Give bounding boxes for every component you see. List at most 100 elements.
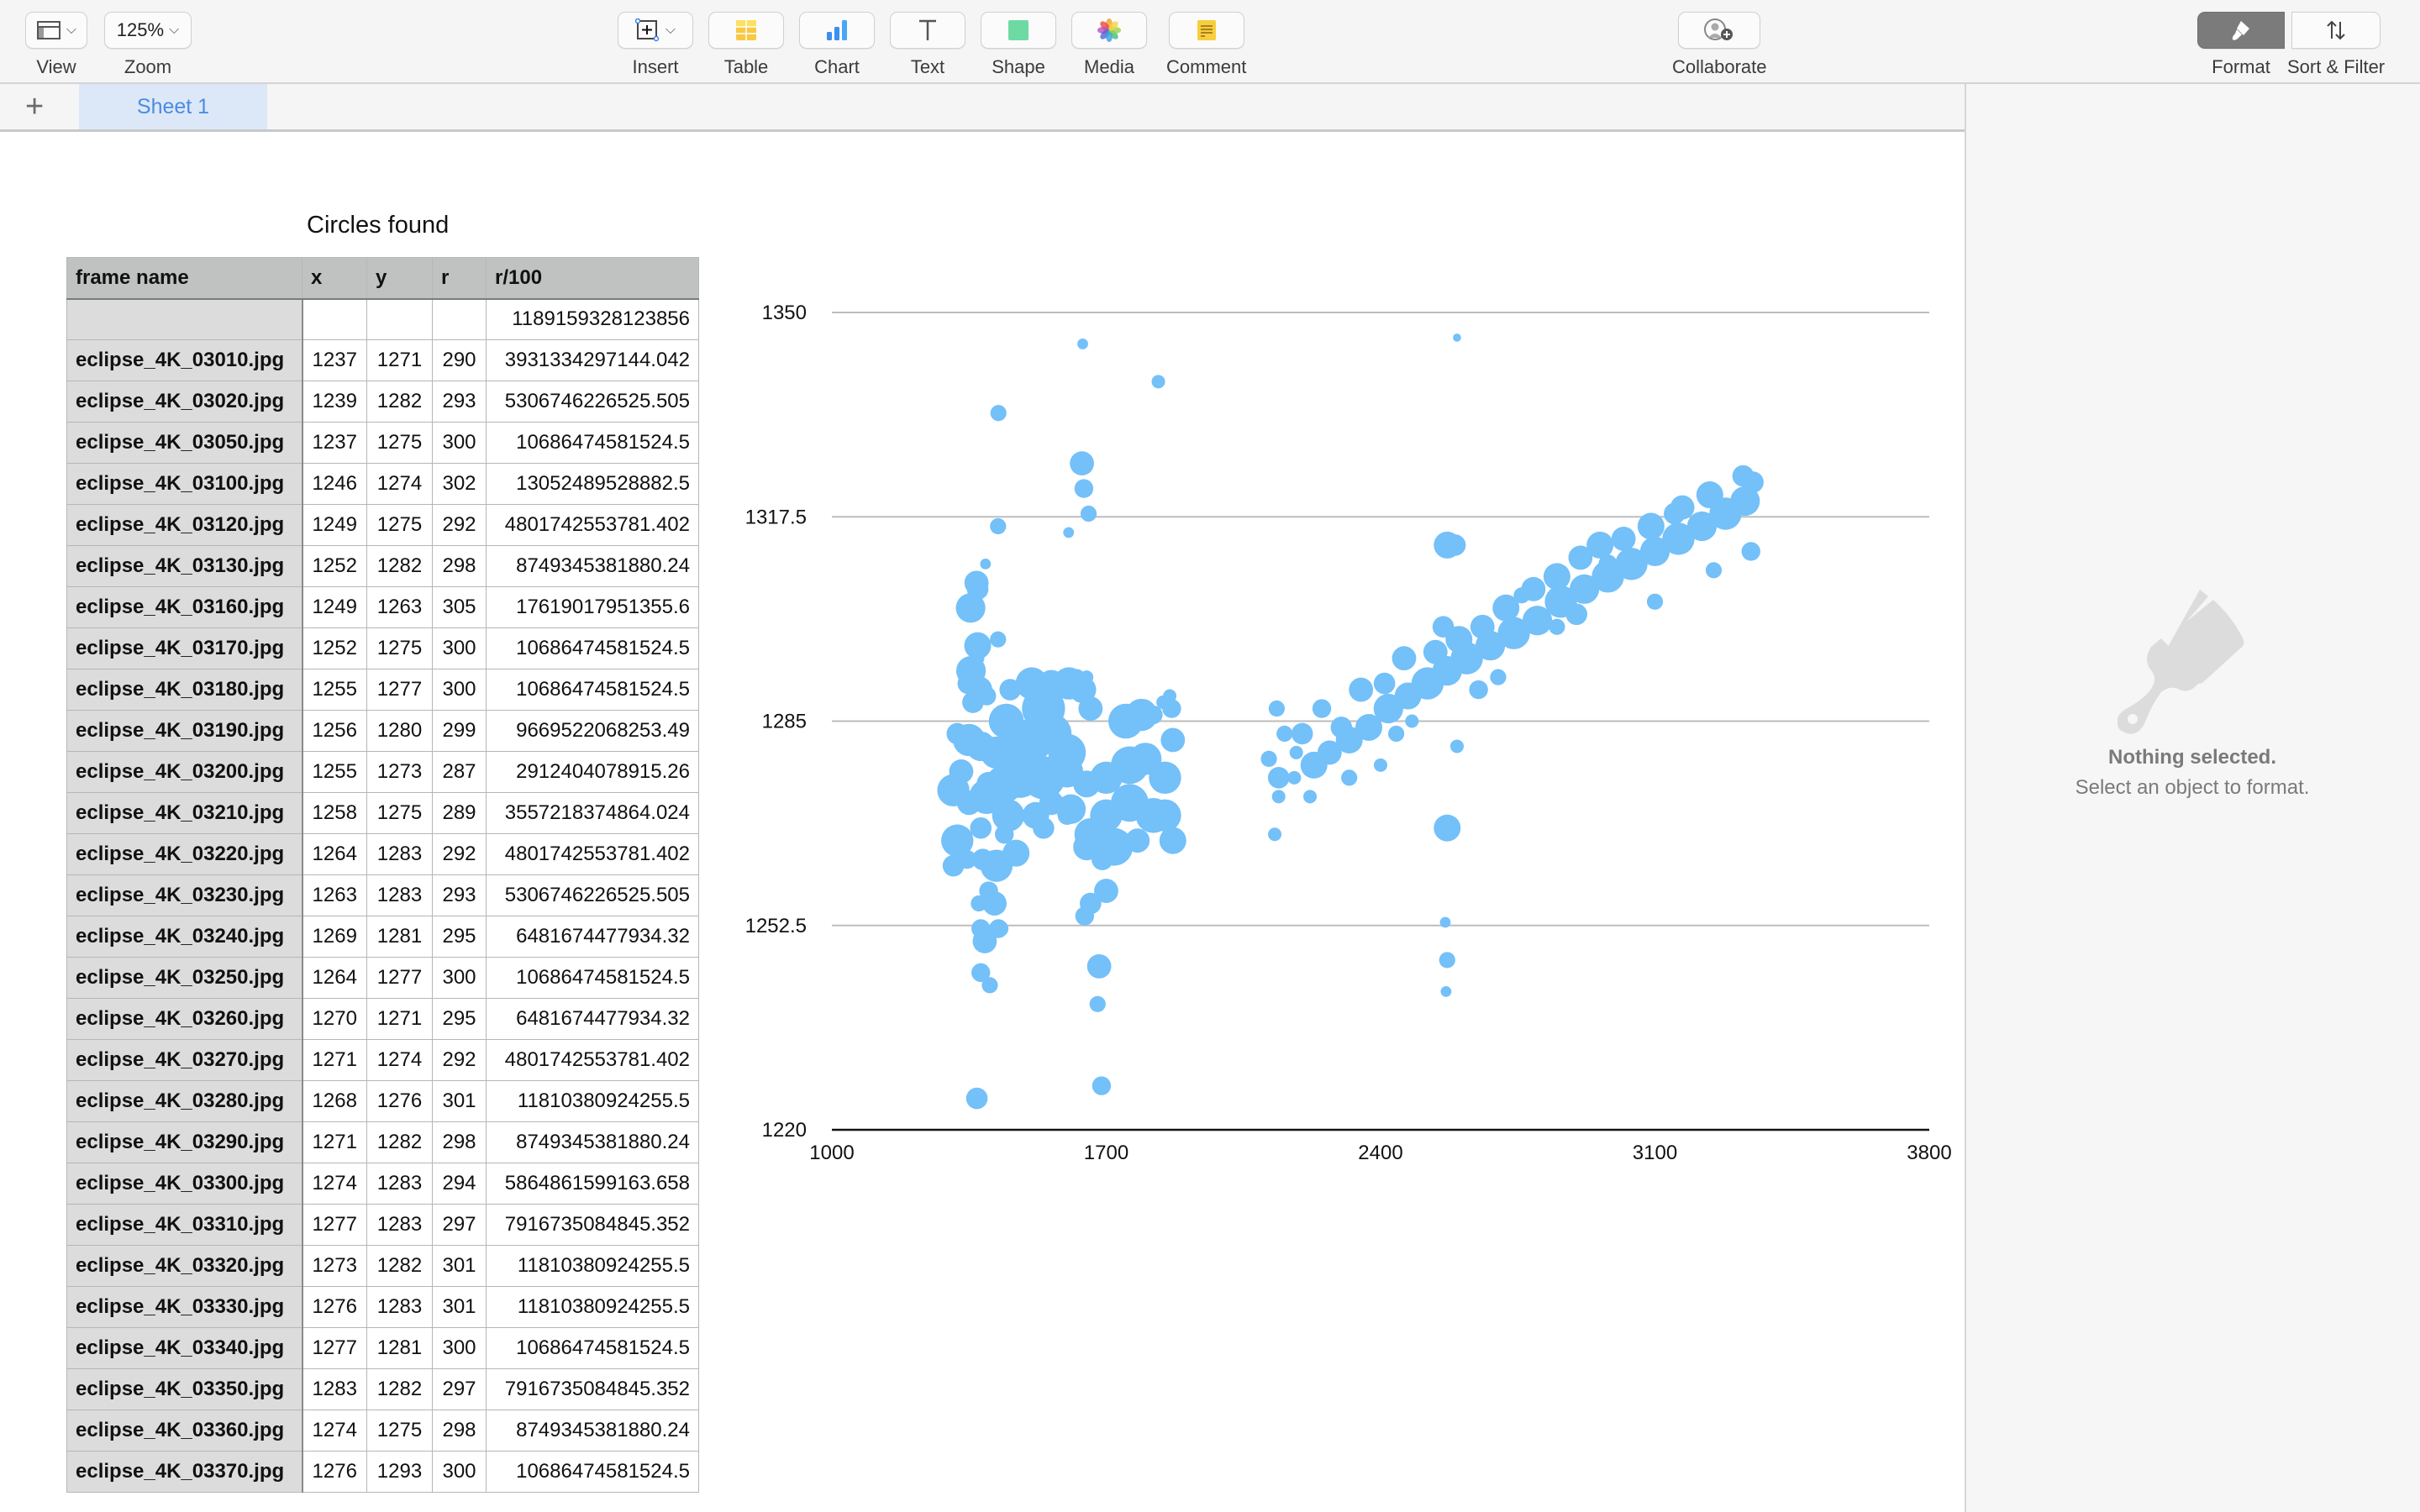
cell-y[interactable]: 1276	[366, 1080, 433, 1122]
data-point[interactable]	[990, 517, 1007, 535]
cell-frame-name[interactable]: eclipse_4K_03130.jpg	[66, 545, 303, 587]
cell-frame-name[interactable]: eclipse_4K_03310.jpg	[66, 1204, 303, 1246]
data-point[interactable]	[990, 631, 1007, 648]
text-control[interactable]: Text	[890, 12, 965, 78]
cell-y[interactable]: 1263	[366, 586, 433, 628]
cell-x[interactable]: 1264	[302, 833, 367, 875]
data-point[interactable]	[1439, 952, 1455, 969]
cell-r[interactable]: 293	[432, 381, 487, 423]
cell-r[interactable]: 300	[432, 1451, 487, 1493]
data-point[interactable]	[1073, 770, 1101, 798]
cell-r[interactable]: 292	[432, 833, 487, 875]
cell-frame-name[interactable]: eclipse_4K_03270.jpg	[66, 1039, 303, 1081]
chart-control[interactable]: Chart	[799, 12, 875, 78]
chart-button[interactable]	[799, 12, 875, 49]
data-point[interactable]	[1078, 696, 1103, 721]
cell-y[interactable]: 1277	[366, 957, 433, 999]
data-point[interactable]	[1453, 333, 1461, 342]
data-point[interactable]	[1276, 725, 1293, 743]
insert-button[interactable]: ⌵	[618, 12, 693, 49]
data-point[interactable]	[1374, 758, 1387, 772]
data-point[interactable]	[1440, 985, 1452, 997]
data-point[interactable]	[1077, 339, 1088, 349]
cell-x[interactable]: 1249	[302, 586, 367, 628]
cell-r-100[interactable]: 11810380924255.5	[486, 1286, 699, 1328]
data-point[interactable]	[1521, 576, 1546, 601]
cell-y[interactable]: 1271	[366, 339, 433, 381]
data-point[interactable]	[1670, 495, 1695, 520]
cell-r-100[interactable]: 6481674477934.32	[486, 998, 699, 1040]
cell-r[interactable]: 300	[432, 669, 487, 711]
cell-r[interactable]: 292	[432, 504, 487, 546]
data-point[interactable]	[1287, 770, 1302, 785]
cell-y[interactable]: 1275	[366, 422, 433, 464]
cell-r[interactable]: 294	[432, 1163, 487, 1205]
cell-r-100[interactable]: 5306746226525.505	[486, 874, 699, 916]
cell-r-100[interactable]: 11810380924255.5	[486, 1245, 699, 1287]
cell-r-100[interactable]: 10686474581524.5	[486, 1327, 699, 1369]
cell-frame-name[interactable]: eclipse_4K_03330.jpg	[66, 1286, 303, 1328]
cell-r[interactable]: 293	[432, 874, 487, 916]
data-point[interactable]	[1469, 680, 1488, 700]
cell-r-100[interactable]: 5864861599163.658	[486, 1163, 699, 1205]
cell-x[interactable]: 1277	[302, 1204, 367, 1246]
cell-x[interactable]: 1249	[302, 504, 367, 546]
cell-frame-name[interactable]: eclipse_4K_03280.jpg	[66, 1080, 303, 1122]
cell-r-100[interactable]: 10686474581524.5	[486, 422, 699, 464]
cell-x[interactable]: 1270	[302, 998, 367, 1040]
cell-frame-name[interactable]: eclipse_4K_03250.jpg	[66, 957, 303, 999]
cell-x[interactable]: 1237	[302, 422, 367, 464]
table-control[interactable]: Table	[708, 12, 784, 78]
cell-r-100[interactable]: 7916735084845.352	[486, 1368, 699, 1410]
cell-y[interactable]: 1274	[366, 463, 433, 505]
cell-r-100[interactable]: 8749345381880.24	[486, 1410, 699, 1452]
table-button[interactable]	[708, 12, 784, 49]
cell-x[interactable]: 1277	[302, 1327, 367, 1369]
cell-y[interactable]: 1281	[366, 916, 433, 958]
data-point[interactable]	[1439, 916, 1451, 928]
cell-r[interactable]: 300	[432, 627, 487, 669]
cell-x[interactable]: 1264	[302, 957, 367, 999]
cell-frame-name[interactable]: eclipse_4K_03170.jpg	[66, 627, 303, 669]
cell-r-100[interactable]: 10686474581524.5	[486, 627, 699, 669]
data-point[interactable]	[1492, 594, 1520, 622]
cell-x[interactable]: 1252	[302, 627, 367, 669]
cell-x[interactable]: 1273	[302, 1245, 367, 1287]
data-point[interactable]	[1144, 705, 1163, 725]
data-point[interactable]	[1149, 799, 1181, 832]
data-point[interactable]	[1125, 828, 1150, 853]
cell-frame-name[interactable]: eclipse_4K_03260.jpg	[66, 998, 303, 1040]
data-point[interactable]	[970, 816, 992, 839]
media-control[interactable]: Media	[1071, 12, 1147, 78]
header-r-100[interactable]: r/100	[486, 257, 699, 300]
cell-r-100[interactable]: 1189159328123856	[486, 298, 699, 340]
sort-filter-button[interactable]	[2291, 12, 2381, 49]
comment-control[interactable]: Comment	[1166, 12, 1246, 78]
cell-r[interactable]: 297	[432, 1204, 487, 1246]
cell-r-100[interactable]: 3557218374864.024	[486, 792, 699, 834]
cell-frame-name[interactable]: eclipse_4K_03240.jpg	[66, 916, 303, 958]
data-point[interactable]	[1151, 375, 1165, 389]
bubble-chart[interactable]: 1350 1317.5 1285 1252.5 12201000 1700 2400 3100…	[723, 277, 1958, 1176]
cell-y[interactable]: 1275	[366, 792, 433, 834]
cell-y[interactable]: 1282	[366, 545, 433, 587]
data-point[interactable]	[1289, 745, 1303, 759]
data-point[interactable]	[1330, 717, 1353, 738]
cell-r-100[interactable]: 4801742553781.402	[486, 833, 699, 875]
data-point[interactable]	[1732, 465, 1754, 487]
cell-r[interactable]: 305	[432, 586, 487, 628]
data-point[interactable]	[1312, 699, 1332, 718]
cell-r[interactable]: 299	[432, 710, 487, 752]
data-point[interactable]	[1002, 839, 1030, 867]
data-point[interactable]	[992, 920, 1009, 937]
cell-y[interactable]: 1293	[366, 1451, 433, 1493]
cell-r[interactable]: 297	[432, 1368, 487, 1410]
cell-x[interactable]: 1258	[302, 792, 367, 834]
data-point[interactable]	[1162, 699, 1181, 718]
data-point[interactable]	[1063, 527, 1075, 538]
view-control[interactable]: ⌵ View	[25, 12, 87, 78]
cell-r[interactable]: 301	[432, 1245, 487, 1287]
cell-r-100[interactable]: 7916735084845.352	[486, 1204, 699, 1246]
data-point[interactable]	[1268, 700, 1285, 717]
cell-y[interactable]: 1281	[366, 1327, 433, 1369]
